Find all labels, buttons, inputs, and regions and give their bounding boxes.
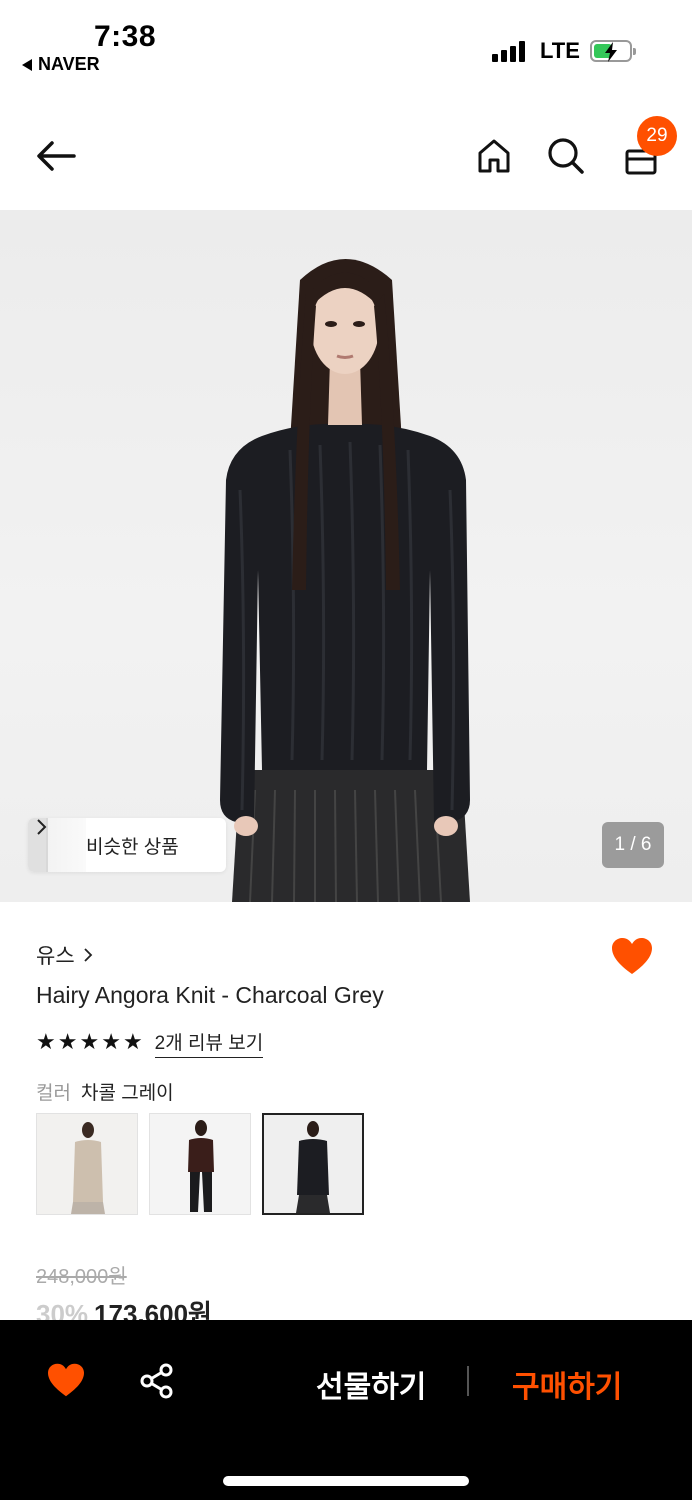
wishlist-button[interactable] bbox=[610, 936, 654, 981]
share-icon bbox=[140, 1363, 173, 1399]
product-image-carousel[interactable]: 비슷한 상품 1 / 6 bbox=[0, 210, 692, 902]
back-triangle-icon bbox=[22, 58, 32, 71]
back-app-label: NAVER bbox=[38, 54, 100, 74]
color-swatches bbox=[36, 1113, 364, 1215]
star-icon: ★ bbox=[79, 1030, 100, 1055]
heart-icon bbox=[612, 938, 652, 974]
app-header bbox=[0, 92, 692, 210]
product-title: Hairy Angora Knit - Charcoal Grey bbox=[36, 982, 384, 1008]
rating-row: ★ ★ ★ ★ ★ 2개 리뷰 보기 bbox=[36, 1028, 264, 1058]
status-bar: 7:38 NAVER LTE bbox=[0, 0, 692, 92]
search-button[interactable] bbox=[544, 134, 588, 178]
star-icon: ★ bbox=[57, 1030, 78, 1055]
image-page-indicator: 1 / 6 bbox=[602, 822, 664, 868]
gift-button[interactable]: 선물하기 bbox=[316, 1362, 426, 1406]
bottom-action-bar: 선물하기 구매하기 bbox=[0, 1320, 692, 1500]
home-indicator[interactable] bbox=[223, 1476, 469, 1486]
signal-icon bbox=[492, 40, 525, 62]
battery-charging-icon bbox=[590, 40, 636, 62]
star-icon: ★ bbox=[36, 1030, 56, 1055]
color-swatch-brown[interactable] bbox=[149, 1113, 251, 1215]
wishlist-button[interactable] bbox=[46, 1362, 86, 1403]
divider bbox=[467, 1366, 469, 1396]
color-label: 컬러 bbox=[36, 1083, 71, 1104]
chevron-right-icon bbox=[37, 819, 47, 835]
star-icon: ★ bbox=[101, 1030, 121, 1055]
view-reviews-link[interactable]: 2개 리뷰 보기 bbox=[154, 1028, 264, 1058]
buy-button[interactable]: 구매하기 bbox=[512, 1362, 622, 1406]
product-photo bbox=[220, 259, 470, 902]
home-icon bbox=[478, 139, 510, 173]
color-swatch-beige[interactable] bbox=[36, 1113, 138, 1215]
brand-name: 유스 bbox=[36, 945, 75, 968]
back-button[interactable] bbox=[30, 132, 82, 180]
network-label: LTE bbox=[540, 38, 580, 63]
brand-link[interactable]: 유스 bbox=[36, 940, 93, 970]
arrow-left-icon bbox=[37, 141, 76, 171]
color-swatch-charcoal[interactable] bbox=[262, 1113, 364, 1215]
chevron-right-icon bbox=[84, 948, 92, 962]
color-value: 차콜 그레이 bbox=[80, 1083, 174, 1104]
color-row: 컬러 차콜 그레이 bbox=[36, 1078, 174, 1105]
original-price: 248,000원 bbox=[36, 1266, 127, 1288]
status-time: 7:38 bbox=[94, 20, 157, 53]
back-to-app-link[interactable]: NAVER bbox=[22, 54, 100, 75]
home-button[interactable] bbox=[472, 134, 516, 178]
cart-count-badge: 29 bbox=[637, 116, 677, 156]
similar-products-button[interactable]: 비슷한 상품 bbox=[28, 818, 226, 872]
search-icon bbox=[548, 138, 584, 174]
heart-icon bbox=[48, 1363, 84, 1397]
star-icon: ★ bbox=[122, 1030, 143, 1055]
share-button[interactable] bbox=[138, 1362, 176, 1405]
similar-products-label: 비슷한 상품 bbox=[86, 836, 179, 858]
